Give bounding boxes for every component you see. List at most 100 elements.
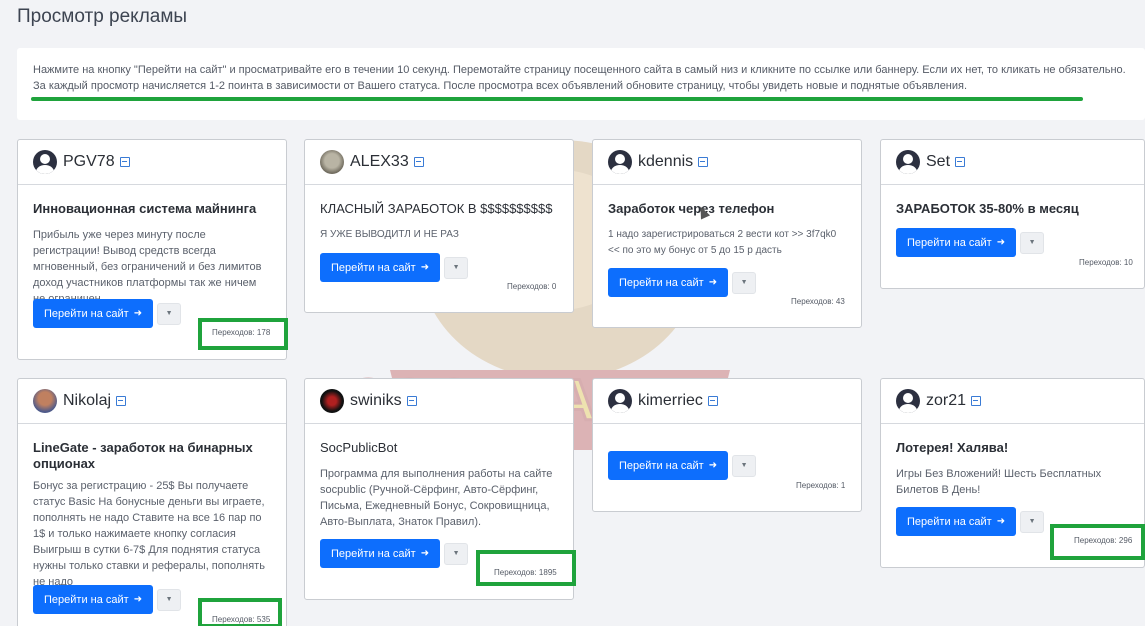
- clicks-count: Переходов: 1: [796, 481, 846, 490]
- arrow-right-icon: ➜: [996, 516, 1006, 527]
- card-body: LineGate - заработок на бинарных опциона…: [18, 424, 286, 590]
- clicks-count: Переходов: 43: [791, 297, 845, 306]
- username[interactable]: Nikolaj: [63, 392, 111, 410]
- visit-site-button[interactable]: Перейти на сайт ➜: [896, 228, 1017, 257]
- visit-site-label: Перейти на сайт: [619, 459, 704, 472]
- ad-title: Инновационная система майнинга: [33, 201, 257, 216]
- highlight-underline: [31, 97, 1083, 101]
- avatar: [896, 150, 920, 174]
- avatar: [608, 150, 632, 174]
- visit-site-label: Перейти на сайт: [331, 261, 416, 274]
- username[interactable]: Set: [926, 153, 950, 171]
- username[interactable]: ALEX33: [350, 153, 409, 171]
- card-body: ЗАРАБОТОК 35-80% в месяц: [881, 185, 1144, 217]
- external-link-icon[interactable]: [707, 396, 718, 406]
- card-body: SocPublicBot Программа для выполнения ра…: [305, 424, 573, 530]
- visit-site-label: Перейти на сайт: [44, 593, 129, 606]
- avatar: [33, 150, 57, 174]
- dropdown-toggle[interactable]: ▼: [157, 588, 182, 611]
- ad-title: Лотерея! Халява!: [896, 440, 1009, 455]
- external-link-icon[interactable]: [971, 396, 982, 406]
- card-header: kdennis: [593, 140, 861, 185]
- external-link-icon[interactable]: [116, 396, 127, 406]
- ad-title: КЛАСНЫЙ ЗАРАБОТОК В $$$$$$$$$$: [320, 201, 553, 216]
- clicks-count: Переходов: 10: [1079, 258, 1133, 267]
- external-link-icon[interactable]: [119, 157, 130, 167]
- username[interactable]: swiniks: [350, 392, 402, 410]
- dropdown-toggle[interactable]: ▼: [732, 271, 757, 294]
- username[interactable]: kdennis: [638, 153, 693, 171]
- chevron-down-icon: ▼: [165, 596, 173, 603]
- card-body: Инновационная система майнинга Прибыль у…: [18, 185, 286, 307]
- chevron-down-icon: ▼: [740, 279, 748, 286]
- username[interactable]: PGV78: [63, 153, 115, 171]
- visit-site-button[interactable]: Перейти на сайт ➜: [320, 253, 441, 282]
- dropdown-toggle[interactable]: ▼: [1020, 231, 1045, 254]
- visit-site-button[interactable]: Перейти на сайт ➜: [608, 451, 729, 480]
- ad-text: Прибыль уже через минуту после регистрац…: [33, 229, 262, 305]
- card-body: Лотерея! Халява! Игры Без Вложений! Шест…: [881, 424, 1144, 498]
- ad-card: swiniks SocPublicBot Программа для выпол…: [304, 378, 574, 600]
- arrow-right-icon: ➜: [133, 594, 143, 605]
- chevron-down-icon: ▼: [452, 550, 460, 557]
- visit-site-label: Перейти на сайт: [331, 547, 416, 560]
- ad-text: Игры Без Вложений! Шесть Бесплатных Биле…: [896, 468, 1102, 496]
- visit-site-button[interactable]: Перейти на сайт ➜: [608, 268, 729, 297]
- ad-text: Программа для выполнения работы на сайте…: [320, 468, 553, 528]
- arrow-right-icon: ➜: [708, 460, 718, 471]
- ad-card: kdennis Заработок через телефон 1 надо з…: [592, 139, 862, 328]
- username[interactable]: zor21: [926, 392, 966, 410]
- dropdown-toggle[interactable]: ▼: [444, 256, 469, 279]
- ad-text: 1 надо зарегистрироваться 2 вести кот >>…: [608, 229, 837, 256]
- visit-site-button[interactable]: Перейти на сайт ➜: [33, 299, 154, 328]
- avatar: [320, 389, 344, 413]
- dropdown-toggle[interactable]: ▼: [732, 454, 757, 477]
- external-link-icon[interactable]: [955, 157, 966, 167]
- ad-title: SocPublicBot: [320, 440, 398, 455]
- card-header: ALEX33: [305, 140, 573, 185]
- card-header: kimerriec: [593, 379, 861, 424]
- external-link-icon[interactable]: [413, 157, 424, 167]
- visit-site-label: Перейти на сайт: [907, 515, 992, 528]
- ad-card: PGV78 Инновационная система майнинга При…: [17, 139, 287, 360]
- chevron-down-icon: ▼: [740, 462, 748, 469]
- ad-title: Заработок через телефон: [608, 201, 775, 216]
- visit-site-label: Перейти на сайт: [907, 236, 992, 249]
- ad-title: LineGate - заработок на бинарных опциона…: [33, 440, 253, 471]
- ad-card: Set ЗАРАБОТОК 35-80% в месяц Перейти на …: [880, 139, 1145, 289]
- avatar: [896, 389, 920, 413]
- visit-site-button[interactable]: Перейти на сайт ➜: [896, 507, 1017, 536]
- external-link-icon[interactable]: [698, 157, 709, 167]
- ad-card: Nikolaj LineGate - заработок на бинарных…: [17, 378, 287, 626]
- ad-card: kimerriec Перейти на сайт ➜ ▼ Переходов: …: [592, 378, 862, 512]
- avatar: [33, 389, 57, 413]
- chevron-down-icon: ▼: [165, 310, 173, 317]
- dropdown-toggle[interactable]: ▼: [444, 542, 469, 565]
- visit-site-label: Перейти на сайт: [619, 276, 704, 289]
- visit-site-button[interactable]: Перейти на сайт ➜: [33, 585, 154, 614]
- clicks-count: Переходов: 1895: [494, 568, 557, 577]
- external-link-icon[interactable]: [406, 396, 417, 406]
- ad-card: zor21 Лотерея! Халява! Игры Без Вложений…: [880, 378, 1145, 568]
- ad-title: ЗАРАБОТОК 35-80% в месяц: [896, 201, 1079, 216]
- arrow-right-icon: ➜: [996, 237, 1006, 248]
- avatar: [608, 389, 632, 413]
- card-body: Заработок через телефон 1 надо зарегистр…: [593, 185, 861, 259]
- visit-site-label: Перейти на сайт: [44, 307, 129, 320]
- avatar: [320, 150, 344, 174]
- chevron-down-icon: ▼: [452, 264, 460, 271]
- info-box: Нажмите на кнопку "Перейти на сайт" и пр…: [17, 48, 1145, 120]
- card-header: zor21: [881, 379, 1144, 424]
- card-header: Set: [881, 140, 1144, 185]
- dropdown-toggle[interactable]: ▼: [157, 302, 182, 325]
- card-body: КЛАСНЫЙ ЗАРАБОТОК В $$$$$$$$$$ Я УЖЕ ВЫВ…: [305, 185, 573, 243]
- page-title: Просмотр рекламы: [17, 6, 188, 27]
- ad-text: Я УЖЕ ВЫВОДИТЛ И НЕ РАЗ: [320, 229, 459, 240]
- dropdown-toggle[interactable]: ▼: [1020, 510, 1045, 533]
- card-header: Nikolaj: [18, 379, 286, 424]
- username[interactable]: kimerriec: [638, 392, 703, 410]
- clicks-count: Переходов: 0: [507, 282, 557, 291]
- visit-site-button[interactable]: Перейти на сайт ➜: [320, 539, 441, 568]
- arrow-right-icon: ➜: [420, 262, 430, 273]
- arrow-right-icon: ➜: [133, 308, 143, 319]
